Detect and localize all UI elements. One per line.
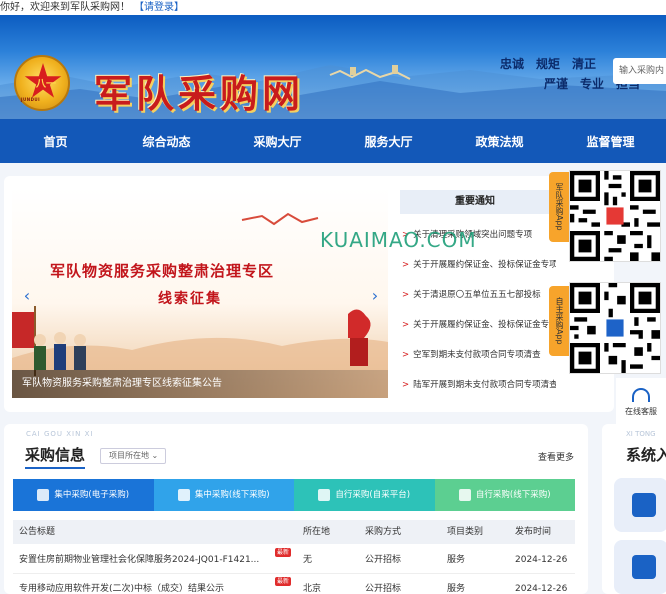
login-link[interactable]: 【请登录】 xyxy=(134,2,184,13)
headset-icon xyxy=(632,388,650,402)
procurement-section: CAI GOU XIN XI 采购信息 项目所在地 ⌄ 查看更多 集中采购(电子… xyxy=(4,424,588,594)
emblem-ribbon: JUNDUI xyxy=(21,97,41,102)
table-row[interactable]: 安置住房前期物业管理社会化保障服务2024-JQ01-F1421... 最新 无 … xyxy=(13,546,575,574)
nav-procurement-hall[interactable]: 采购大厅 xyxy=(222,119,333,163)
col-method: 采购方式 xyxy=(365,527,402,537)
section-title: 系统入 xyxy=(626,446,666,464)
site-name: 军队采购网 xyxy=(94,71,305,116)
notice-text: 关于开展履约保证金、投标保证金专 xyxy=(413,320,550,330)
view-more-link[interactable]: 查看更多 xyxy=(538,450,574,463)
tab-icon xyxy=(458,488,471,501)
notice-item[interactable]: > 空军到期未支付款项合同专项清查 xyxy=(400,340,556,370)
new-badge: 最新 xyxy=(274,548,291,557)
new-badge: 最新 xyxy=(274,577,291,586)
row-category: 服务 xyxy=(447,584,466,594)
page: { "topbar": {"welcome": "你好，欢迎来到军队采购网！",… xyxy=(0,0,666,594)
notice-text: 关于开展履约保证金、投标保证金专项清理公告 xyxy=(413,260,556,270)
nav-service-hall[interactable]: 服务大厅 xyxy=(333,119,444,163)
qr-code-zizhu-app-icon xyxy=(569,282,661,374)
row-title[interactable]: 专用移动应用软件开发(二次)中标（成交）结果公示 xyxy=(19,584,224,594)
tab-label: 自行采购(自采平台) xyxy=(335,490,411,500)
document-icon xyxy=(632,493,656,517)
army-emblem-logo[interactable]: 八一 JUNDUI xyxy=(14,55,70,111)
tab-icon xyxy=(177,488,190,501)
nav-home[interactable]: 首页 xyxy=(0,119,111,163)
notice-item[interactable]: > 关于开展履约保证金、投标保证金专 xyxy=(400,310,556,340)
row-category: 服务 xyxy=(447,555,466,565)
filter-label: 项目所在地 xyxy=(109,451,149,460)
tab-self-offline[interactable]: 自行采购(线下采购) xyxy=(434,479,575,511)
watermark: KUAIMAO.COM xyxy=(320,228,477,252)
nav-policy[interactable]: 政策法规 xyxy=(444,119,555,163)
motto-item: 严谨 xyxy=(544,77,569,91)
table-row[interactable]: 专用移动应用软件开发(二次)中标（成交）结果公示 最新 北京 公开招标 服务 20… xyxy=(13,575,575,594)
search-input[interactable]: 输入采购内 xyxy=(613,58,666,84)
nav-news[interactable]: 综合动态 xyxy=(111,119,222,163)
notice-title: 重要通知 xyxy=(400,190,550,214)
location-filter-dropdown[interactable]: 项目所在地 ⌄ xyxy=(100,448,166,464)
motto-item: 专业 xyxy=(580,77,605,91)
motto-item: 清正 xyxy=(572,57,597,71)
tab-central-electronic[interactable]: 集中采购(电子采购) xyxy=(13,479,154,511)
main-panel: 军队物资服务采购整肃治理专区 线索征集 军队物资服务采购整肃治理专区线索征集公告… xyxy=(4,176,614,412)
notice-item[interactable]: >陆军开展到期未支付款项合同专项清查公告 xyxy=(400,370,556,400)
col-category: 项目类别 xyxy=(447,527,484,537)
chevron-down-icon: ⌄ xyxy=(151,451,159,460)
notice-item[interactable]: > 关于清退原〇五单位五五七部投标 xyxy=(400,280,556,310)
main-nav: 首页 综合动态 采购大厅 服务大厅 政策法规 监督管理 xyxy=(0,119,666,163)
row-method: 公开招标 xyxy=(365,584,402,594)
section-subtitle: XI TONG xyxy=(626,430,656,438)
carousel-headline: 军队物资服务采购整肃治理专区 xyxy=(50,262,275,280)
col-location: 所在地 xyxy=(303,527,331,537)
welcome-text: 你好，欢迎来到军队采购网！ xyxy=(0,2,130,13)
carousel-caption[interactable]: 军队物资服务采购整肃治理专区线索征集公告 xyxy=(12,370,388,398)
row-method: 公开招标 xyxy=(365,555,402,565)
section-title: 采购信息 xyxy=(25,444,86,469)
tab-icon xyxy=(318,488,331,501)
notice-box: 重要通知 >关于清理采购领域突出问题专项 >关于开展履约保证金、投标保证金专项清… xyxy=(400,190,556,402)
tab-label: 集中采购(电子采购) xyxy=(54,490,130,500)
qr-label-jundui-app: 军队采购App xyxy=(549,172,569,242)
table-header: 公告标题 所在地 采购方式 项目类别 发布时间 xyxy=(13,520,575,544)
system-entry-button[interactable] xyxy=(614,478,666,532)
carousel[interactable]: 军队物资服务采购整肃治理专区 线索征集 军队物资服务采购整肃治理专区线索征集公告… xyxy=(12,188,388,398)
tab-central-offline[interactable]: 集中采购(线下采购) xyxy=(153,479,294,511)
notice-item[interactable]: >关于开展履约保证金、投标保证金专项清理公告 xyxy=(400,250,556,280)
row-date: 2024-12-26 xyxy=(515,584,568,594)
motto-item: 忠诚 xyxy=(500,57,525,71)
notice-text: 关于清退原〇五单位五五七部投标 xyxy=(413,290,541,300)
nav-supervision[interactable]: 监督管理 xyxy=(555,119,666,163)
procurement-tabs: 集中采购(电子采购) 集中采购(线下采购) 自行采购(自采平台) 自行采购(线下… xyxy=(13,479,575,511)
motto-item: 规矩 xyxy=(536,57,561,71)
system-entry-button[interactable] xyxy=(614,540,666,594)
tab-label: 集中采购(线下采购) xyxy=(194,490,270,500)
notice-text: 空军到期未支付款项合同专项清查 xyxy=(413,350,541,360)
col-date: 发布时间 xyxy=(515,527,552,537)
emblem-text: 八一 xyxy=(36,79,56,90)
header-banner: 八一 JUNDUI 军队采购网 忠诚 规矩 清正 严谨 专业 担当 输入采购内 xyxy=(0,15,666,119)
row-title[interactable]: 安置住房前期物业管理社会化保障服务2024-JQ01-F1421... xyxy=(19,555,259,565)
building-icon xyxy=(632,555,656,579)
section-subtitle: CAI GOU XIN XI xyxy=(26,430,94,438)
carousel-subheadline: 线索征集 xyxy=(158,291,222,307)
tab-self-platform[interactable]: 自行采购(自采平台) xyxy=(294,479,435,511)
carousel-prev-icon[interactable]: ‹ xyxy=(18,284,36,308)
tab-label: 自行采购(线下采购) xyxy=(475,490,551,500)
notice-text: 陆军开展到期未支付款项合同专项清查公告 xyxy=(413,380,556,390)
row-location: 无 xyxy=(303,555,313,565)
carousel-next-icon[interactable]: › xyxy=(366,284,384,308)
qr-code-jundui-app-icon xyxy=(569,170,661,262)
online-service-label: 在线客服 xyxy=(625,407,657,416)
col-title: 公告标题 xyxy=(19,527,56,537)
row-location: 北京 xyxy=(303,584,322,594)
row-date: 2024-12-26 xyxy=(515,555,568,565)
system-entry-section: XI TONG 系统入 xyxy=(602,424,666,594)
top-bar: 你好，欢迎来到军队采购网！ 【请登录】 xyxy=(0,0,666,15)
qr-label-zizhu-app: 自主采购App xyxy=(549,286,569,356)
tab-icon xyxy=(37,488,50,501)
